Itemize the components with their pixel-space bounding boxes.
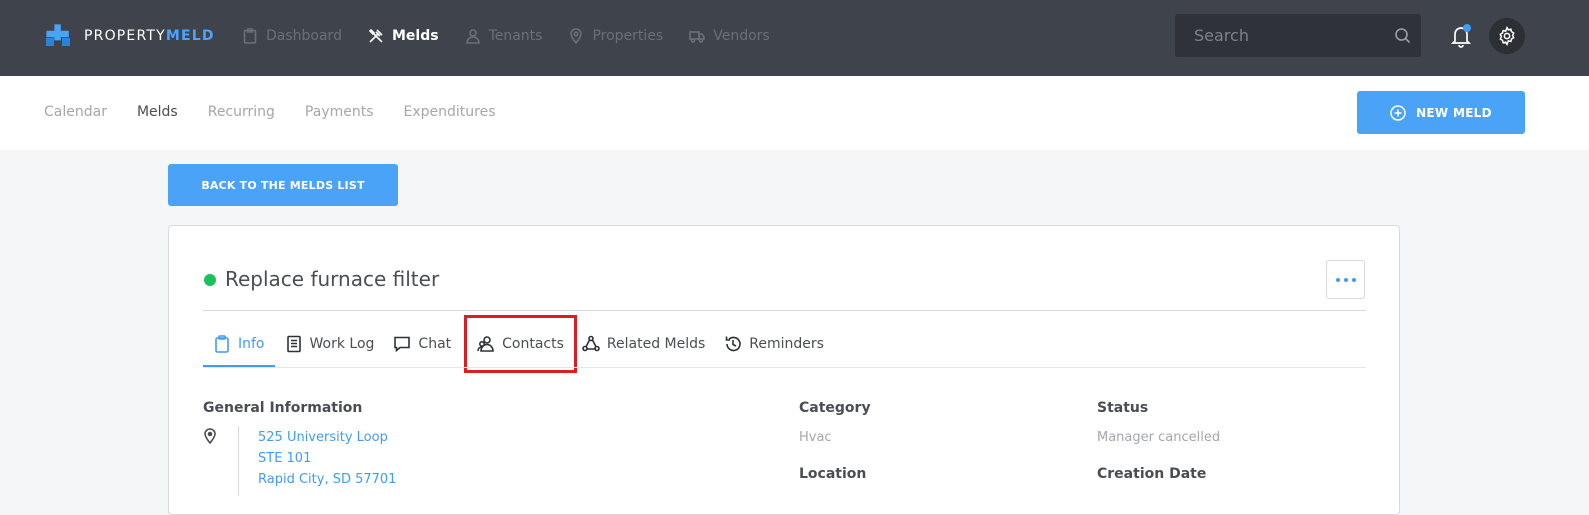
search-box [1175,14,1421,57]
nav-label: Melds [391,28,439,44]
search-icon[interactable] [1394,27,1411,44]
clock-history-icon [725,336,742,352]
category-label: Category [799,400,871,416]
tab-label: Work Log [309,336,375,352]
subnav-expenditures[interactable]: Expenditures [404,104,496,120]
map-pin-icon [570,28,583,44]
search-input[interactable] [1175,14,1421,57]
subnav-melds[interactable]: Melds [137,104,178,120]
tab-related-melds[interactable]: Related Melds [582,322,705,366]
notification-badge [1463,24,1471,32]
tab-info[interactable]: Info [203,322,275,367]
plus-circle-icon [1390,104,1406,121]
tab-label: Contacts [502,336,564,352]
more-options-button[interactable] [1326,260,1365,299]
creation-date-label: Creation Date [1097,466,1207,482]
nav-item-properties[interactable]: Properties [568,28,663,44]
secondary-navigation-bar: Calendar Melds Recurring Payments Expend… [0,76,1589,150]
subnav-recurring[interactable]: Recurring [208,104,275,120]
address-line-1[interactable]: 525 University Loop [258,430,388,445]
address-divider [238,426,239,496]
nav-item-tenants[interactable]: Tenants [465,28,543,44]
gear-icon [1499,26,1515,46]
subnav-payments[interactable]: Payments [305,104,374,120]
tab-label: Reminders [749,336,824,352]
user-icon [465,29,480,44]
status-label: Status [1097,400,1149,416]
address-line-2[interactable]: STE 101 [258,451,311,466]
tab-chat[interactable]: Chat [393,322,451,366]
tab-label: Chat [418,336,452,352]
new-meld-button[interactable]: NEW MELD [1357,91,1525,134]
tab-work-log[interactable]: Work Log [285,322,375,366]
clipboard-icon [215,335,229,353]
subnav-calendar[interactable]: Calendar [44,104,107,120]
nav-label: Properties [592,28,664,44]
meld-detail-card: Replace furnace filter Info Work Log Cha… [168,225,1400,515]
tab-label: Related Melds [606,336,706,352]
location-label: Location [799,466,867,482]
related-icon [582,335,600,352]
nav-label: Dashboard [266,28,342,44]
truck-icon [689,31,706,43]
contacts-icon [477,336,494,352]
nav-label: Tenants [488,28,543,44]
brand-name: PROPERTYMELD [84,28,215,44]
nav-item-vendors[interactable]: Vendors [689,28,770,44]
ellipsis-dot [1351,277,1356,282]
meld-title: Replace furnace filter [225,267,440,291]
new-meld-label: NEW MELD [1416,105,1492,120]
tools-icon [368,28,383,43]
tab-contacts[interactable]: Contacts [464,315,577,373]
sub-nav: Calendar Melds Recurring Payments Expend… [44,104,526,120]
clipboard-icon [243,28,257,44]
notifications-button[interactable] [1450,24,1472,48]
nav-label: Vendors [713,28,770,44]
top-navigation-bar: PROPERTYMELD Dashboard Melds Tenants Pro… [0,0,1589,76]
settings-button[interactable] [1489,18,1525,54]
status-value: Manager cancelled [1097,430,1221,445]
back-to-melds-list-button[interactable]: BACK TO THE MELDS LIST [168,164,398,206]
main-nav: Dashboard Melds Tenants Properties Vendo… [242,24,796,48]
property-meld-logo-icon [46,24,70,46]
nav-item-melds[interactable]: Melds [368,28,439,44]
category-value: Hvac [799,430,832,445]
ellipsis-icon [1335,277,1340,282]
meld-tabs: Info Work Log Chat Contacts Related Meld… [203,315,843,373]
brand-logo[interactable]: PROPERTYMELD [44,22,215,50]
divider [203,367,1366,368]
document-icon [286,335,301,353]
general-information-label: General Information [203,400,363,416]
tab-label: Info [238,336,265,352]
tab-reminders[interactable]: Reminders [724,322,824,366]
status-indicator [204,274,216,286]
ellipsis-dot [1343,277,1348,282]
map-pin-icon [204,428,216,444]
address-line-3[interactable]: Rapid City, SD 57701 [258,472,396,487]
divider [203,310,1366,311]
nav-item-dashboard[interactable]: Dashboard [242,28,342,44]
chat-bubble-icon [394,336,411,353]
